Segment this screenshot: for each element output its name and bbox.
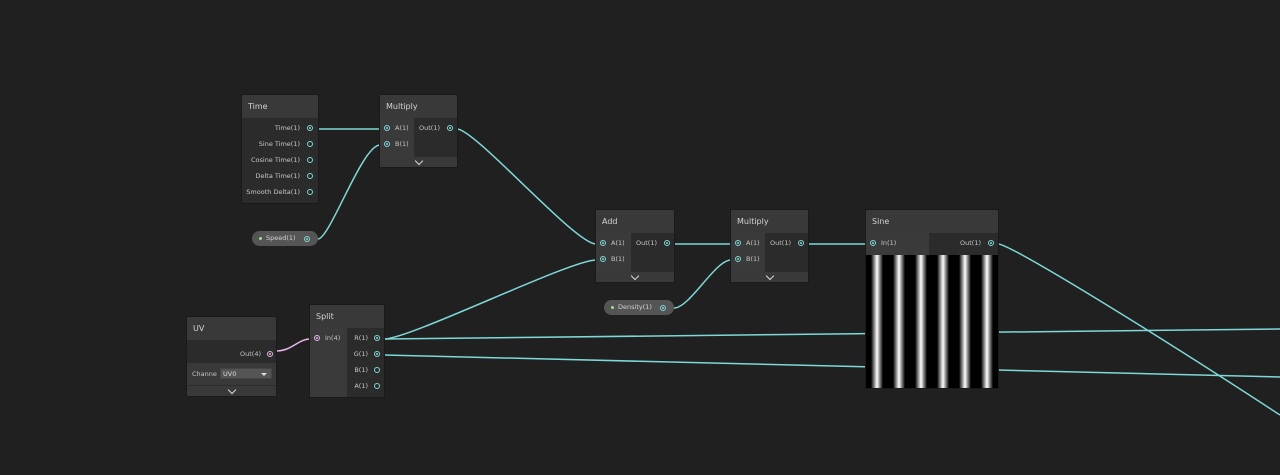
- node-title[interactable]: Time: [242, 95, 318, 118]
- split-a-label: A(1): [354, 382, 368, 390]
- cosine-time-output-port[interactable]: [307, 157, 313, 163]
- density-label: Density(1): [618, 303, 652, 311]
- node-title[interactable]: Sine: [866, 210, 998, 233]
- sine-in-port[interactable]: [870, 240, 876, 246]
- add-out-port[interactable]: [664, 240, 670, 246]
- split-g-port[interactable]: [374, 351, 380, 357]
- sine-time-output-port[interactable]: [307, 141, 313, 147]
- cosine-time-output[interactable]: Cosine Time(1): [251, 152, 300, 168]
- multiply1-out-label: Out(1): [419, 124, 440, 132]
- expand-preview-button[interactable]: [596, 271, 674, 282]
- wire-split-g-offscreen[interactable]: [383, 354, 1280, 378]
- node-title[interactable]: UV: [187, 317, 276, 340]
- channel-label: Channe: [192, 370, 217, 378]
- node-title[interactable]: Multiply: [380, 95, 457, 118]
- wire-split-r-offscreen[interactable]: [383, 328, 1280, 340]
- node-title[interactable]: Split: [310, 305, 384, 328]
- smooth-delta-output[interactable]: Smooth Delta(1): [246, 184, 300, 200]
- sine-node[interactable]: Sine In(1) Out(1): [866, 210, 998, 388]
- chevron-down-icon: [630, 271, 640, 280]
- time-output[interactable]: Time(1): [275, 120, 300, 136]
- property-indicator-icon: [259, 237, 262, 240]
- multiply1-b-label: B(1): [395, 140, 409, 148]
- uv-out-label: Out(4): [240, 350, 261, 358]
- density-output-port[interactable]: [660, 304, 666, 311]
- multiply2-a-label: A(1): [746, 239, 760, 247]
- node-title[interactable]: Multiply: [731, 210, 808, 233]
- delta-time-output[interactable]: Delta Time(1): [255, 168, 300, 184]
- expand-preview-button[interactable]: [380, 156, 457, 167]
- sine-in-label: In(1): [881, 239, 897, 247]
- multiply1-out-port[interactable]: [447, 125, 453, 131]
- add-b-port[interactable]: [600, 256, 606, 262]
- multiply-node-1[interactable]: Multiply A(1) B(1) Out(1): [380, 95, 457, 167]
- speed-property-node[interactable]: Speed(1): [252, 231, 318, 246]
- chevron-down-icon: [765, 271, 774, 280]
- split-b-port[interactable]: [374, 367, 380, 373]
- multiply-node-2[interactable]: Multiply A(1) B(1) Out(1): [731, 210, 808, 282]
- property-indicator-icon: [611, 306, 614, 309]
- smooth-delta-output-port[interactable]: [307, 189, 313, 195]
- expand-preview-button[interactable]: [187, 385, 276, 396]
- split-a-port[interactable]: [374, 383, 380, 389]
- chevron-down-icon: [414, 156, 423, 165]
- speed-label: Speed(1): [266, 234, 296, 242]
- multiply2-a-port[interactable]: [735, 240, 741, 246]
- sine-time-output[interactable]: Sine Time(1): [259, 136, 300, 152]
- wire-split-r-to-add-b[interactable]: [383, 259, 597, 340]
- wire-density-to-multiply2-b[interactable]: [673, 259, 732, 309]
- uv-out-port[interactable]: [267, 351, 273, 357]
- add-a-label: A(1): [611, 239, 625, 247]
- caret-down-icon: [261, 373, 267, 376]
- multiply1-a-port[interactable]: [384, 125, 390, 131]
- split-r-label: R(1): [354, 334, 368, 342]
- sine-stripes-preview: [866, 255, 998, 388]
- multiply2-b-port[interactable]: [735, 256, 741, 262]
- split-in-port[interactable]: [314, 335, 320, 341]
- delta-time-output-port[interactable]: [307, 173, 313, 179]
- time-output-port[interactable]: [307, 125, 313, 131]
- add-node[interactable]: Add A(1) B(1) Out(1): [596, 210, 674, 282]
- add-a-port[interactable]: [600, 240, 606, 246]
- wire-sine-out-offscreen[interactable]: [997, 243, 1280, 416]
- add-out-label: Out(1): [636, 239, 657, 247]
- channel-dropdown[interactable]: UV0: [220, 368, 272, 379]
- split-g-label: G(1): [353, 350, 368, 358]
- expand-preview-button[interactable]: [731, 271, 808, 282]
- node-title[interactable]: Add: [596, 210, 674, 233]
- split-node[interactable]: Split In(4) R(1) G(1) B(1) A(1): [310, 305, 384, 397]
- multiply2-b-label: B(1): [746, 255, 760, 263]
- chevron-down-icon: [227, 385, 236, 394]
- wire-uv-to-split[interactable]: [275, 338, 311, 352]
- split-r-port[interactable]: [374, 335, 380, 341]
- wire-speed-to-multiply1-b[interactable]: [317, 144, 381, 240]
- multiply2-out-label: Out(1): [770, 239, 791, 247]
- density-property-node[interactable]: Density(1): [604, 300, 674, 315]
- split-b-label: B(1): [354, 366, 368, 374]
- add-b-label: B(1): [611, 255, 625, 263]
- uv-node[interactable]: UV Out(4) Channe UV0: [187, 317, 276, 396]
- speed-output-port[interactable]: [304, 235, 310, 242]
- wire-multiply1-to-add-a[interactable]: [456, 128, 597, 245]
- sine-out-label: Out(1): [960, 239, 981, 247]
- stripes-preview-image: [871, 255, 993, 388]
- channel-row: Channe UV0: [187, 363, 276, 385]
- multiply1-b-port[interactable]: [384, 141, 390, 147]
- time-node[interactable]: Time Time(1) Sine Time(1) Cosine Time(1)…: [242, 95, 318, 203]
- multiply1-a-label: A(1): [395, 124, 409, 132]
- sine-out-port[interactable]: [988, 240, 994, 246]
- split-in-label: In(4): [325, 334, 341, 342]
- multiply2-out-port[interactable]: [798, 240, 804, 246]
